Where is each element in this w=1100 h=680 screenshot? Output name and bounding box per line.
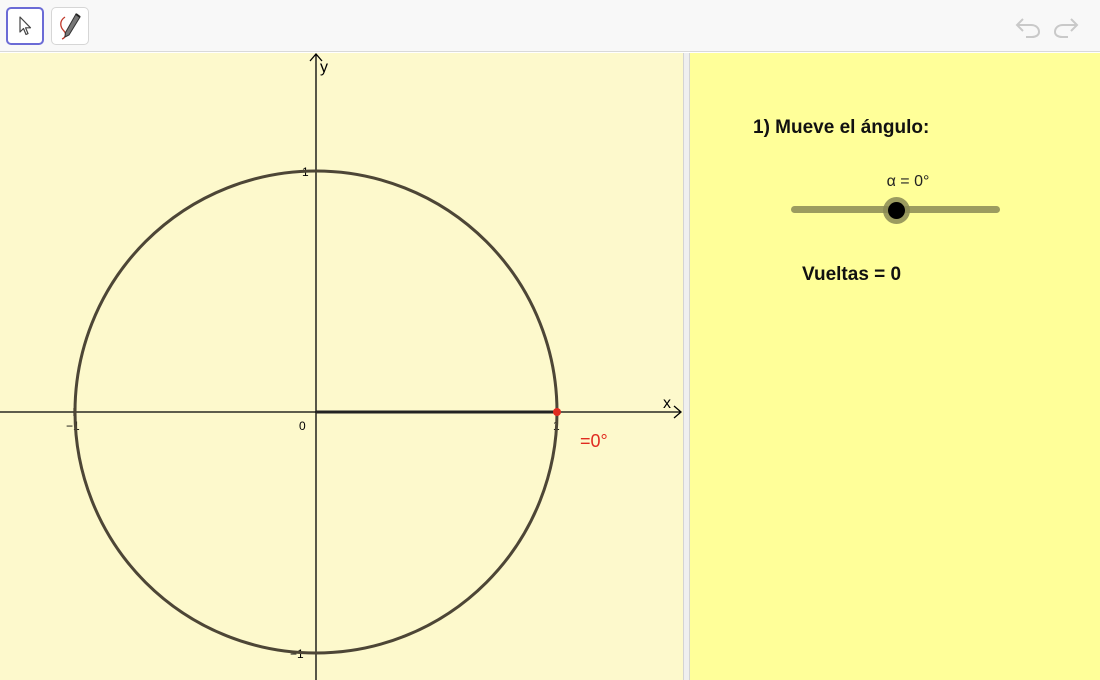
redo-button[interactable] bbox=[1051, 12, 1081, 42]
coordinate-plane: x y −1 0 1 1 −1 =0° bbox=[0, 53, 682, 680]
turns-text: Vueltas = 0 bbox=[802, 264, 902, 285]
toolbar bbox=[0, 0, 1100, 52]
redo-icon bbox=[1053, 18, 1079, 38]
undo-button[interactable] bbox=[1013, 12, 1043, 42]
view-divider[interactable] bbox=[683, 53, 690, 680]
angle-point[interactable] bbox=[553, 408, 561, 416]
graphics-view[interactable]: x y −1 0 1 1 −1 =0° bbox=[0, 53, 683, 680]
slider-label: α = 0° bbox=[886, 173, 930, 190]
pen-icon bbox=[60, 13, 81, 40]
pen-tool-button[interactable] bbox=[51, 7, 89, 45]
tick-label-x-neg1: −1 bbox=[66, 419, 80, 433]
angle-slider-knob[interactable] bbox=[888, 202, 905, 219]
tick-label-x-0: 0 bbox=[299, 419, 306, 433]
undo-icon bbox=[1015, 18, 1041, 38]
task-title: 1) Mueve el ángulo: bbox=[753, 117, 930, 138]
move-tool-button[interactable] bbox=[6, 7, 44, 45]
angle-label: =0° bbox=[580, 431, 608, 451]
x-axis-label: x bbox=[663, 395, 671, 412]
cursor-arrow-icon bbox=[19, 16, 32, 36]
y-axis-label: y bbox=[320, 59, 328, 76]
algebra-panel: 1) Mueve el ángulo: α = 0° Vueltas = 0 bbox=[690, 53, 1100, 680]
